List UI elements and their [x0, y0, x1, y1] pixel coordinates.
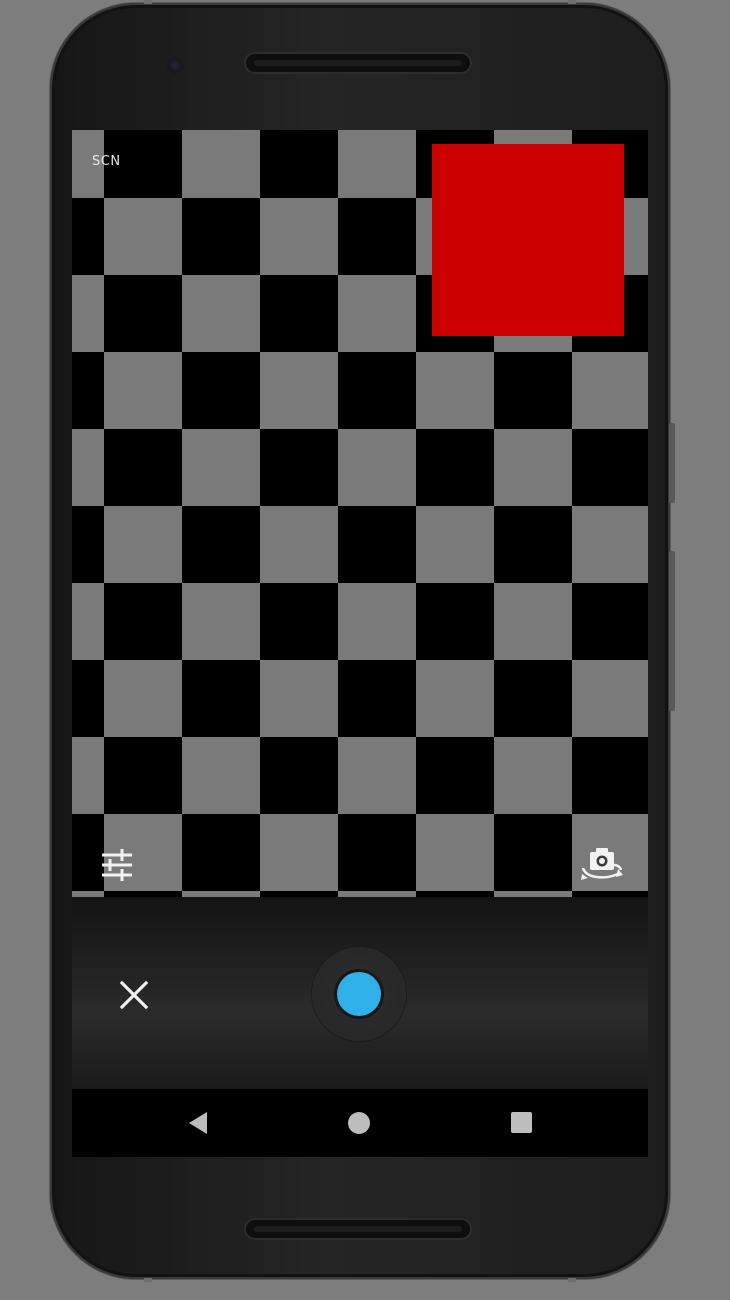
red-target-square	[432, 144, 624, 336]
scene-mode-label[interactable]: SCN	[92, 154, 121, 169]
front-camera-lens	[166, 56, 184, 74]
emulator-background: SCN	[0, 0, 730, 1300]
camera-viewfinder[interactable]: SCN	[72, 130, 648, 897]
frame-notch	[144, 0, 152, 4]
frame-notch	[568, 0, 576, 4]
shutter-button-core[interactable]	[337, 972, 381, 1016]
recents-square-icon[interactable]	[511, 1112, 532, 1133]
frame-notch	[568, 1278, 576, 1282]
shutter-button[interactable]	[312, 947, 406, 1041]
close-icon[interactable]	[114, 975, 154, 1015]
volume-rocker[interactable]	[669, 551, 675, 711]
camera-flip-icon[interactable]	[580, 844, 624, 884]
bottom-speaker	[246, 1220, 470, 1238]
system-navigation-bar	[72, 1089, 648, 1157]
home-circle-icon[interactable]	[348, 1112, 370, 1134]
frame-notch	[144, 1278, 152, 1282]
phone-screen: SCN	[72, 130, 648, 1157]
sliders-icon[interactable]	[98, 846, 136, 884]
camera-controls-bar	[72, 897, 648, 1089]
back-triangle-icon[interactable]	[185, 1109, 211, 1137]
phone-frame: SCN	[50, 0, 675, 1282]
top-speaker	[246, 54, 470, 72]
power-button[interactable]	[669, 423, 675, 503]
